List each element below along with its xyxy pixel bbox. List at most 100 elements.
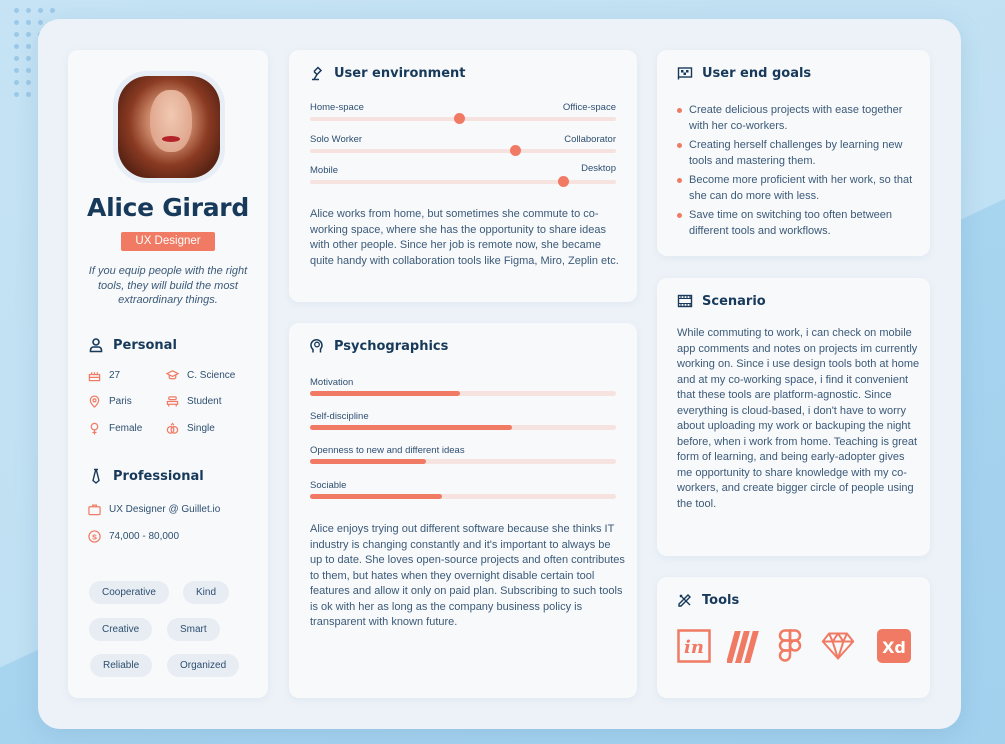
scenario-text: While commuting to work, i can check on …: [677, 327, 920, 510]
profile-photo: [118, 76, 220, 178]
brain-head-icon: [310, 339, 323, 353]
goals-title-text: User end goals: [702, 65, 812, 81]
student-icon: [166, 396, 179, 407]
dollar-coin-icon: S: [88, 530, 101, 543]
psychographics-card: Psychographics Motivation Self-disciplin…: [289, 323, 637, 698]
goal-item: Save time on switching too often between…: [677, 208, 917, 239]
bar-fill: [310, 425, 512, 430]
location-value: Paris: [109, 396, 132, 407]
slider-knob: [454, 113, 466, 124]
profile-card: Alice Girard UX Designer If you equip pe…: [68, 50, 268, 698]
tools-card: Tools in Xd: [657, 577, 930, 698]
sociable-bar: [310, 494, 616, 499]
occupation-value: Student: [187, 396, 222, 407]
tie-icon: [92, 468, 100, 484]
persona-name: Alice Girard: [87, 193, 249, 222]
tools-title: Tools: [677, 592, 739, 608]
motivation-bar: [310, 391, 616, 396]
sketch-icon: [821, 632, 855, 660]
slider-left-label: Mobile: [310, 165, 338, 176]
bar-fill: [310, 459, 427, 464]
trait-tag: Smart: [167, 618, 220, 641]
rings-icon: [166, 422, 179, 434]
user-end-goals-card: User end goals Create delicious projects…: [657, 50, 930, 256]
environment-title-text: User environment: [334, 65, 466, 81]
home-office-slider: [310, 113, 616, 124]
desk-lamp-icon: [312, 66, 323, 81]
trait-bar-label: Openness to new and different ideas: [310, 445, 465, 456]
user-icon: [89, 338, 103, 353]
professional-item-salary: S 74,000 - 80,000: [88, 530, 179, 543]
trait-tag: Cooperative: [89, 581, 169, 604]
personal-item-status: Single: [166, 422, 215, 435]
trait-bar-label: Self-discipline: [310, 411, 369, 422]
personal-item-education: C. Science: [166, 369, 235, 382]
trait-tag: Creative: [89, 618, 153, 641]
adobe-xd-icon: Xd: [877, 629, 911, 663]
personal-title-text: Personal: [113, 337, 177, 353]
graduation-cap-icon: [166, 370, 179, 380]
svg-text:Xd: Xd: [882, 638, 906, 657]
trait-tag: Reliable: [90, 654, 153, 677]
scenario-title-text: Scenario: [702, 293, 766, 309]
professional-title-text: Professional: [113, 468, 204, 484]
relationship-value: Single: [187, 423, 215, 434]
salary-value: 74,000 - 80,000: [109, 531, 180, 542]
psychographics-title-text: Psychographics: [334, 338, 449, 354]
persona-quote: If you equip people with the right tools…: [88, 265, 248, 306]
scenario-title: Scenario: [677, 293, 766, 309]
gender-value: Female: [109, 423, 143, 434]
slider-knob: [558, 176, 570, 187]
slider-left-label: Home-space: [310, 102, 364, 113]
goals-title: User end goals: [677, 65, 811, 81]
location-pin-icon: [89, 395, 100, 408]
svg-text:S: S: [92, 532, 97, 541]
age-value: 27: [109, 370, 121, 381]
solo-collab-slider: [310, 145, 616, 156]
figma-icon: [778, 629, 802, 662]
trait-bar-label: Sociable: [310, 480, 347, 491]
psychographics-description: Alice enjoys trying out different softwa…: [310, 523, 625, 628]
mobile-desktop-slider: [310, 176, 616, 187]
personal-item-occupation: Student: [166, 395, 221, 408]
tools-title-text: Tools: [702, 592, 740, 608]
birthday-cake-icon: [88, 372, 101, 382]
environment-description: Alice works from home, but sometimes she…: [310, 208, 619, 267]
user-environment-card: User environment Home-space Office-space…: [289, 50, 637, 302]
job-value: UX Designer @ Guillet.io: [109, 504, 221, 515]
trait-tag: Kind: [183, 581, 230, 604]
role-badge: UX Designer: [121, 232, 215, 251]
professional-section-title: Professional: [88, 468, 204, 484]
slider-right-label: Office-space: [562, 102, 616, 113]
svg-text:in: in: [684, 637, 704, 658]
miro-icon: [727, 631, 759, 663]
bar-fill: [310, 391, 460, 396]
goal-item: Creating herself challenges by learning …: [677, 138, 917, 169]
goal-item: Create delicious projects with ease toge…: [677, 103, 917, 134]
briefcase-icon: [88, 504, 101, 516]
female-icon: [90, 422, 99, 435]
slider-knob: [509, 145, 521, 156]
education-value: C. Science: [187, 370, 236, 381]
slider-right-label: Collaborator: [564, 134, 616, 145]
personal-item-gender: Female: [88, 422, 142, 435]
avatar: [113, 71, 225, 183]
finish-flag-icon: [677, 67, 693, 80]
trait-bar-label: Motivation: [310, 377, 354, 388]
environment-title: User environment: [309, 65, 465, 81]
goal-item: Become more proficient with her work, so…: [677, 173, 917, 204]
professional-item-job: UX Designer @ Guillet.io: [88, 503, 220, 516]
scenario-card: Scenario While commuting to work, i can …: [657, 278, 930, 556]
personal-item-age: 27: [88, 369, 120, 382]
pencil-ruler-icon: [678, 594, 691, 607]
psychographics-title: Psychographics: [309, 338, 448, 354]
invision-icon: in: [677, 629, 711, 663]
film-strip-icon: [677, 294, 693, 308]
bar-fill: [310, 494, 442, 499]
slider-left-label: Solo Worker: [310, 134, 363, 145]
trait-tag: Organized: [167, 654, 240, 677]
personal-item-location: Paris: [88, 395, 132, 408]
openness-bar: [310, 459, 616, 464]
personal-section-title: Personal: [88, 337, 177, 353]
slider-right-label: Desktop: [581, 163, 616, 174]
